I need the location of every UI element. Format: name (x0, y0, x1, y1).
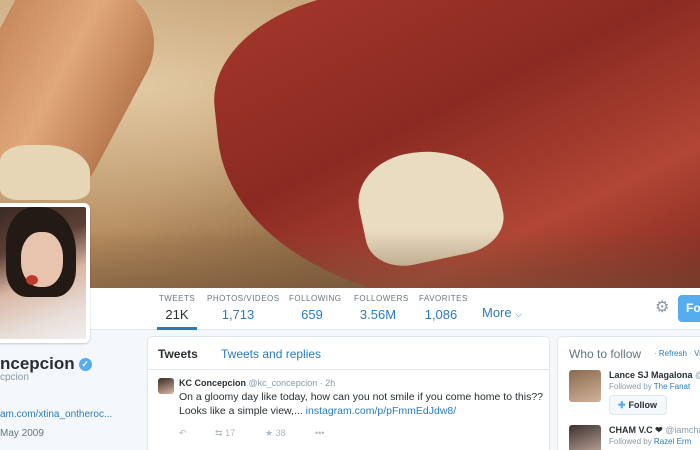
more-menu[interactable]: More ⌵ (482, 305, 522, 320)
avatar[interactable] (569, 370, 601, 402)
tab-tweets[interactable]: Tweets (158, 347, 198, 361)
avatar[interactable] (569, 425, 601, 450)
profile-handle: cpcion (0, 372, 29, 383)
suggestion-item[interactable]: CHAM V.C ❤ @iamcha Followed by Razel Erm (569, 425, 700, 450)
retweet-icon: ⇆ (215, 428, 223, 438)
profile-name: ncepcion ✓ (0, 354, 92, 374)
refresh-link[interactable]: Refresh (659, 349, 687, 358)
tweet-avatar[interactable] (158, 378, 174, 394)
tweet-timestamp[interactable]: · 2h (320, 378, 336, 388)
who-to-follow-title: Who to follow (569, 347, 642, 361)
retweet-button[interactable]: ⇆ 17 (215, 428, 235, 439)
tweet-author-handle[interactable]: @kc_concepcion (249, 378, 318, 388)
tweet[interactable]: KC Concepcion @kc_concepcion · 2h On a g… (148, 370, 549, 450)
profile-website-link[interactable]: am.com/xtina_ontheroc... (0, 409, 112, 420)
timeline: Tweets Tweets and replies KC Concepcion … (147, 336, 550, 450)
suggestion-name[interactable]: Lance SJ Magalona (609, 370, 693, 380)
verified-badge-icon: ✓ (78, 358, 92, 371)
tweet-link[interactable]: instagram.com/p/pFmmEdJdw8/ (306, 405, 457, 417)
tab-tweets-and-replies[interactable]: Tweets and replies (221, 347, 321, 361)
who-to-follow-panel: Who to follow · Refresh · Vi Lance SJ Ma… (557, 336, 700, 450)
stat-photos-videos[interactable]: PHOTOS/VIDEOS 1,713 (207, 294, 279, 322)
suggestion-handle: @iamcha (665, 425, 700, 435)
followed-by-link[interactable]: The Fanat (654, 382, 690, 391)
tweet-text: On a gloomy day like today, how can you … (179, 391, 543, 417)
add-user-icon: ✚ (618, 400, 626, 410)
reply-icon[interactable]: ↶ (179, 428, 187, 439)
star-icon: ★ (265, 428, 274, 438)
suggestion-follow-button[interactable]: ✚ Follow (609, 395, 667, 415)
tweet-actions: ↶ ⇆ 17 ★ 38 ••• (179, 428, 479, 442)
gear-icon[interactable]: ⚙ (655, 300, 671, 316)
tweet-author-name[interactable]: KC Concepcion (179, 378, 246, 388)
stat-tweets[interactable]: TWEETS 21K (157, 294, 197, 330)
avatar[interactable] (0, 203, 90, 343)
chevron-down-icon: ⌵ (515, 309, 523, 319)
view-all-link[interactable]: Vi (694, 349, 700, 358)
who-to-follow-links: · Refresh · Vi (654, 349, 700, 358)
tweet-header: KC Concepcion @kc_concepcion · 2h (179, 378, 335, 388)
suggestion-handle: @l (695, 370, 700, 380)
follow-button[interactable]: Fo (678, 295, 700, 322)
favorite-button[interactable]: ★ 38 (265, 428, 286, 439)
stat-followers[interactable]: FOLLOWERS 3.56M (354, 294, 408, 322)
stat-following[interactable]: FOLLOWING 659 (289, 294, 341, 322)
header-photo (0, 0, 700, 288)
stat-favorites[interactable]: FAVORITES 1,086 (419, 294, 467, 322)
twitter-profile-page: TWEETS 21K PHOTOS/VIDEOS 1,713 FOLLOWING… (0, 0, 700, 450)
followed-by-link[interactable]: Razel Erm (654, 437, 691, 446)
profile-nav-bar: TWEETS 21K PHOTOS/VIDEOS 1,713 FOLLOWING… (0, 288, 700, 330)
timeline-tabs: Tweets Tweets and replies (148, 337, 549, 370)
profile-joined-date: May 2009 (0, 428, 44, 439)
more-options-icon[interactable]: ••• (315, 428, 324, 438)
suggestion-item[interactable]: Lance SJ Magalona @l Followed by The Fan… (569, 370, 700, 416)
suggestion-name[interactable]: CHAM V.C ❤ (609, 425, 663, 435)
